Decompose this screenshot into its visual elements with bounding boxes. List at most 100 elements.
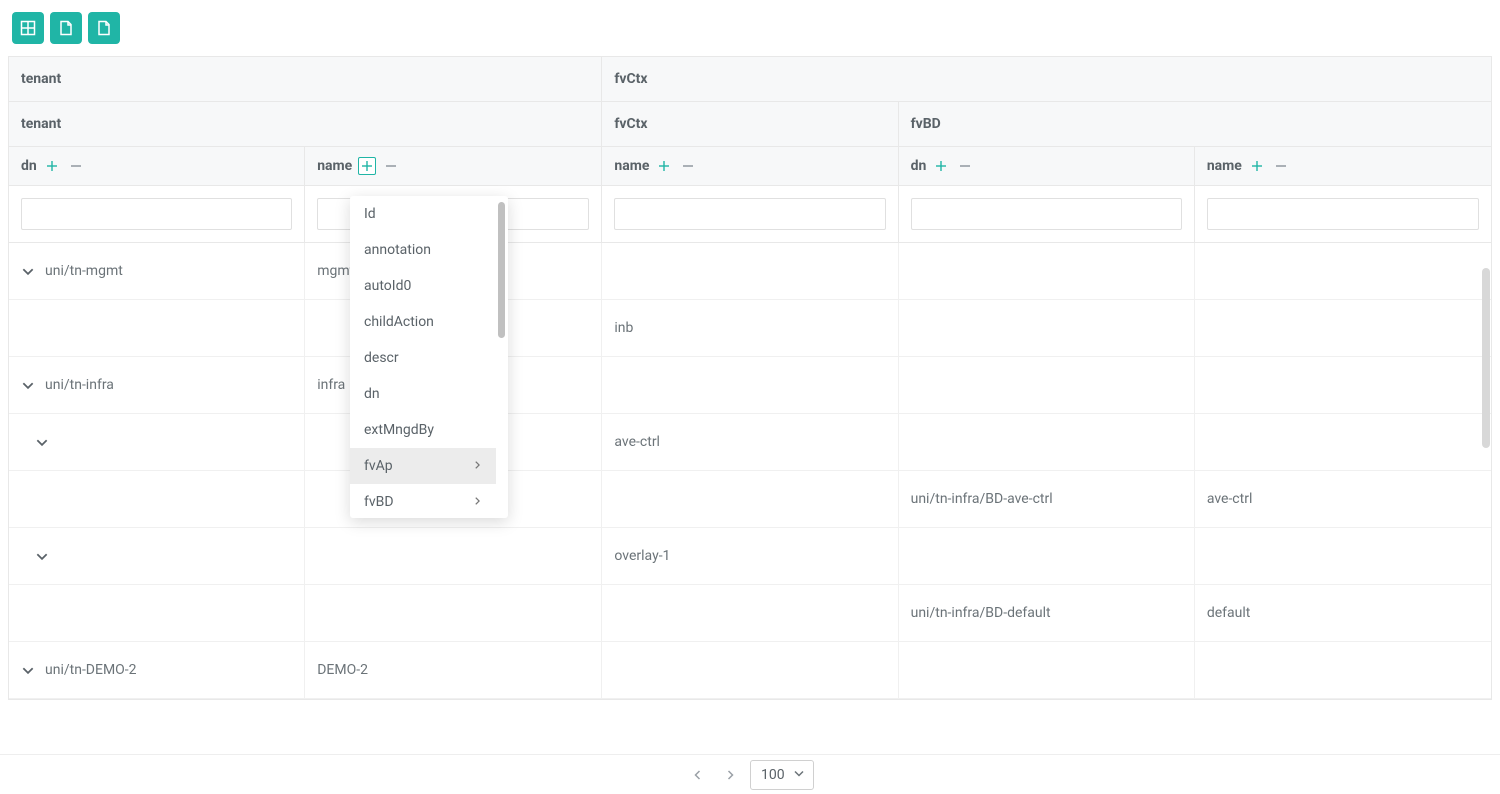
plus-icon	[935, 160, 947, 172]
table-cell	[9, 300, 305, 356]
table-cell	[1195, 357, 1491, 413]
filter-input[interactable]	[1207, 198, 1479, 230]
table-row: overlay-1	[9, 528, 1491, 585]
table-cell: ave-ctrl	[602, 414, 898, 470]
dropdown-item-label: autoId0	[364, 278, 411, 294]
dropdown-item-label: fvBD	[364, 494, 394, 510]
add-column-button[interactable]	[932, 157, 950, 175]
table-cell	[1195, 243, 1491, 299]
dropdown-item[interactable]: Id	[350, 196, 496, 232]
column-header-row: dnnamenamednname	[9, 147, 1491, 186]
filter-input[interactable]	[614, 198, 885, 230]
column-header[interactable]: name	[305, 147, 602, 185]
table-cell	[1195, 528, 1491, 584]
next-page-button[interactable]	[718, 763, 742, 787]
table-row: inb	[9, 300, 1491, 357]
group-header-row: tenantfvCtxfvBD	[9, 102, 1491, 147]
dropdown-item[interactable]: childAction	[350, 304, 496, 340]
filter-row	[9, 186, 1491, 243]
chevron-down-icon	[21, 264, 35, 278]
cell-text: mgmt	[317, 263, 354, 279]
plus-icon	[46, 160, 58, 172]
view-grid-button[interactable]	[12, 12, 44, 44]
table-cell: uni/tn-mgmt	[9, 243, 305, 299]
minus-icon	[682, 160, 694, 172]
group-header: tenant	[9, 102, 602, 146]
table-scrollbar[interactable]	[1482, 268, 1490, 448]
table-row: uni/tn-mgmt mgmt	[9, 243, 1491, 300]
expand-toggle[interactable]	[35, 549, 49, 563]
cell-text: default	[1207, 605, 1251, 621]
table-cell	[899, 357, 1195, 413]
cell-text: uni/tn-infra/BD-default	[911, 605, 1051, 621]
file-icon	[96, 20, 112, 36]
expand-toggle[interactable]	[35, 435, 49, 449]
plus-icon	[361, 160, 373, 172]
remove-column-button[interactable]	[382, 157, 400, 175]
minus-icon	[385, 160, 397, 172]
dropdown-item-label: descr	[364, 350, 399, 366]
dropdown-item[interactable]: autoId0	[350, 268, 496, 304]
table-cell	[899, 243, 1195, 299]
column-header[interactable]: name	[602, 147, 898, 185]
data-table: tenantfvCtx tenantfvCtxfvBD dnnamenamedn…	[8, 56, 1492, 700]
table-cell: DEMO-2	[305, 642, 602, 698]
remove-column-button[interactable]	[67, 157, 85, 175]
group-header: fvBD	[899, 102, 1491, 146]
add-column-button[interactable]	[43, 157, 61, 175]
cell-text: ave-ctrl	[614, 434, 660, 450]
filter-input[interactable]	[911, 198, 1182, 230]
prev-page-button[interactable]	[686, 763, 710, 787]
minus-icon	[959, 160, 971, 172]
filter-cell	[899, 186, 1195, 242]
table-cell: uni/tn-infra/BD-default	[899, 585, 1195, 641]
column-header[interactable]: dn	[9, 147, 305, 185]
expand-toggle[interactable]	[21, 264, 35, 278]
dropdown-item-label: annotation	[364, 242, 431, 258]
filter-cell	[1195, 186, 1491, 242]
remove-column-button[interactable]	[1272, 157, 1290, 175]
table-row: uni/tn-infra/BD-ave-ctrl ave-ctrl	[9, 471, 1491, 528]
dropdown-item[interactable]: descr	[350, 340, 496, 376]
expand-toggle[interactable]	[21, 378, 35, 392]
column-label: dn	[911, 158, 927, 174]
table-cell	[899, 642, 1195, 698]
table-cell: ave-ctrl	[1195, 471, 1491, 527]
dropdown-item[interactable]: fvAp	[350, 448, 496, 484]
filter-input[interactable]	[21, 198, 292, 230]
dropdown-item[interactable]: annotation	[350, 232, 496, 268]
export-button-1[interactable]	[50, 12, 82, 44]
expand-toggle[interactable]	[21, 663, 35, 677]
add-column-button[interactable]	[655, 157, 673, 175]
column-label: name	[614, 158, 649, 174]
table-cell	[602, 471, 898, 527]
dropdown-item-label: dn	[364, 386, 380, 402]
dropdown-item-label: Id	[364, 206, 376, 222]
plus-icon	[1251, 160, 1263, 172]
chevron-right-icon	[472, 494, 482, 510]
add-column-button[interactable]	[1248, 157, 1266, 175]
dropdown-scrollbar[interactable]	[498, 202, 505, 338]
table-cell	[602, 357, 898, 413]
page-size-select[interactable]: 100	[750, 760, 814, 790]
export-button-2[interactable]	[88, 12, 120, 44]
dropdown-item[interactable]: extMngdBy	[350, 412, 496, 448]
cell-text: uni/tn-infra/BD-ave-ctrl	[911, 491, 1053, 507]
dropdown-item[interactable]: fvBD	[350, 484, 496, 518]
table-cell	[602, 243, 898, 299]
attribute-dropdown[interactable]: Id annotation autoId0 childAction descr dn ext…	[350, 196, 508, 518]
remove-column-button[interactable]	[679, 157, 697, 175]
chevron-right-icon	[472, 458, 482, 474]
filter-cell	[602, 186, 898, 242]
table-cell: uni/tn-infra	[9, 357, 305, 413]
dropdown-item[interactable]: dn	[350, 376, 496, 412]
column-header[interactable]: name	[1195, 147, 1491, 185]
pagination: 100	[0, 754, 1500, 794]
toolbar	[0, 0, 1500, 56]
chevron-down-icon	[21, 663, 35, 677]
remove-column-button[interactable]	[956, 157, 974, 175]
group-header: fvCtx	[602, 102, 898, 146]
add-column-button[interactable]	[358, 157, 376, 175]
dropdown-item-label: extMngdBy	[364, 422, 434, 438]
column-header[interactable]: dn	[899, 147, 1195, 185]
